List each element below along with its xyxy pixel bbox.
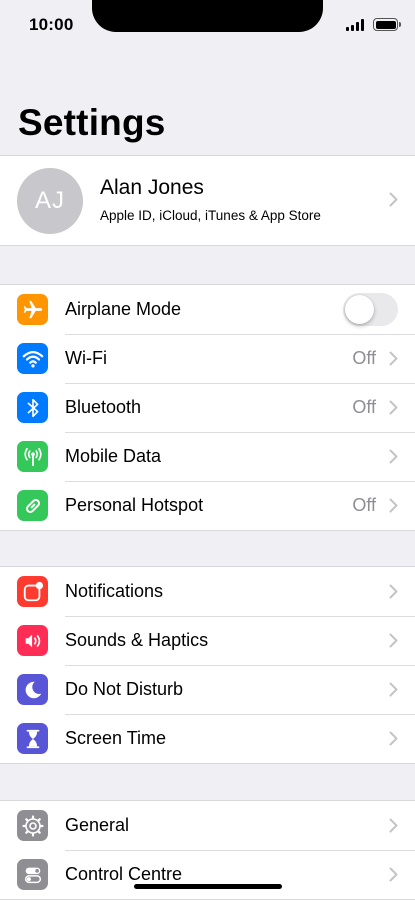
- settings-row-label: Control Centre: [65, 864, 183, 884]
- notifications-icon: [17, 576, 48, 607]
- alerts-group: Notifications Sounds & Haptics Do Not Di…: [0, 566, 415, 764]
- settings-row-value: Off: [352, 348, 376, 368]
- toggles-icon: [17, 859, 48, 890]
- settings-row-label: Personal Hotspot: [65, 495, 204, 515]
- apple-id-profile-row[interactable]: AJ Alan Jones Apple ID, iCloud, iTunes &…: [0, 155, 415, 246]
- airplane-mode-toggle[interactable]: [343, 293, 398, 326]
- antenna-icon: [17, 441, 48, 472]
- status-time: 10:00: [29, 15, 74, 34]
- settings-row-notifications[interactable]: Notifications: [0, 567, 415, 616]
- cellular-signal-icon: [346, 19, 365, 31]
- status-bar: 10:00: [0, 0, 415, 50]
- chevron-right-icon: [389, 584, 398, 599]
- chevron-right-icon: [389, 498, 398, 513]
- chevron-right-icon: [389, 867, 398, 882]
- settings-row-bluetooth[interactable]: Bluetooth Off: [0, 383, 415, 432]
- bluetooth-icon: [17, 392, 48, 423]
- wifi-icon: [17, 343, 48, 374]
- avatar: AJ: [17, 168, 83, 234]
- connectivity-group: Airplane Mode Wi-Fi Off Bluetooth Off Mo…: [0, 284, 415, 531]
- airplane-icon: [17, 294, 48, 325]
- chevron-right-icon: [389, 400, 398, 415]
- settings-row-control-centre[interactable]: Control Centre: [0, 850, 415, 899]
- profile-subtitle: Apple ID, iCloud, iTunes & App Store: [100, 208, 321, 223]
- gear-icon: [17, 810, 48, 841]
- settings-row-value: Off: [352, 495, 376, 515]
- chevron-right-icon: [389, 731, 398, 746]
- settings-row-label: Notifications: [65, 581, 164, 601]
- home-indicator[interactable]: [134, 884, 282, 889]
- settings-row-do-not-disturb[interactable]: Do Not Disturb: [0, 665, 415, 714]
- chevron-right-icon: [389, 633, 398, 648]
- settings-row-label: General: [65, 815, 130, 835]
- settings-row-general[interactable]: General: [0, 801, 415, 850]
- settings-row-value: Off: [352, 397, 376, 417]
- battery-icon: [373, 18, 401, 31]
- chevron-right-icon: [389, 351, 398, 366]
- settings-row-airplane-mode[interactable]: Airplane Mode: [0, 285, 415, 334]
- settings-row-label: Airplane Mode: [65, 299, 182, 319]
- settings-row-personal-hotspot[interactable]: Personal Hotspot Off: [0, 481, 415, 530]
- settings-row-label: Mobile Data: [65, 446, 162, 466]
- chevron-right-icon: [389, 449, 398, 464]
- settings-row-label: Screen Time: [65, 728, 167, 748]
- settings-row-wifi[interactable]: Wi-Fi Off: [0, 334, 415, 383]
- settings-row-label: Do Not Disturb: [65, 679, 184, 699]
- hourglass-icon: [17, 723, 48, 754]
- chevron-right-icon: [389, 818, 398, 833]
- profile-name: Alan Jones: [100, 176, 204, 199]
- speaker-icon: [17, 625, 48, 656]
- chevron-right-icon: [389, 192, 398, 207]
- settings-row-sounds-haptics[interactable]: Sounds & Haptics: [0, 616, 415, 665]
- page-title: Settings: [18, 102, 166, 143]
- moon-icon: [17, 674, 48, 705]
- settings-row-label: Bluetooth: [65, 397, 142, 417]
- settings-row-screen-time[interactable]: Screen Time: [0, 714, 415, 763]
- chevron-right-icon: [389, 682, 398, 697]
- settings-row-label: Wi-Fi: [65, 348, 107, 368]
- hotspot-icon: [17, 490, 48, 521]
- settings-row-label: Sounds & Haptics: [65, 630, 209, 650]
- settings-row-mobile-data[interactable]: Mobile Data: [0, 432, 415, 481]
- device-notch: [92, 0, 323, 32]
